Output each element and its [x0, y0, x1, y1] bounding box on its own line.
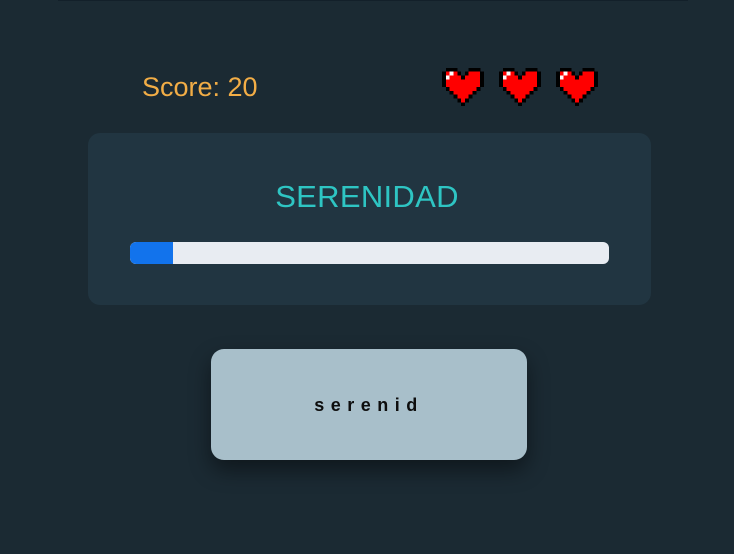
lives-container	[442, 66, 598, 108]
heart-icon	[442, 67, 484, 107]
typed-input-box[interactable]: serenid	[211, 349, 527, 460]
word-panel	[88, 133, 651, 305]
heart-icon	[499, 67, 541, 107]
game-screen: Score: 20 SERENIDAD serenid	[0, 0, 734, 554]
progress-bar	[130, 242, 609, 264]
target-word: SERENIDAD	[275, 179, 459, 214]
heart-icon	[556, 67, 598, 107]
typed-text: serenid	[314, 395, 424, 415]
progress-fill	[130, 242, 174, 264]
top-divider	[58, 0, 688, 1]
score-label: Score: 20	[142, 72, 258, 102]
